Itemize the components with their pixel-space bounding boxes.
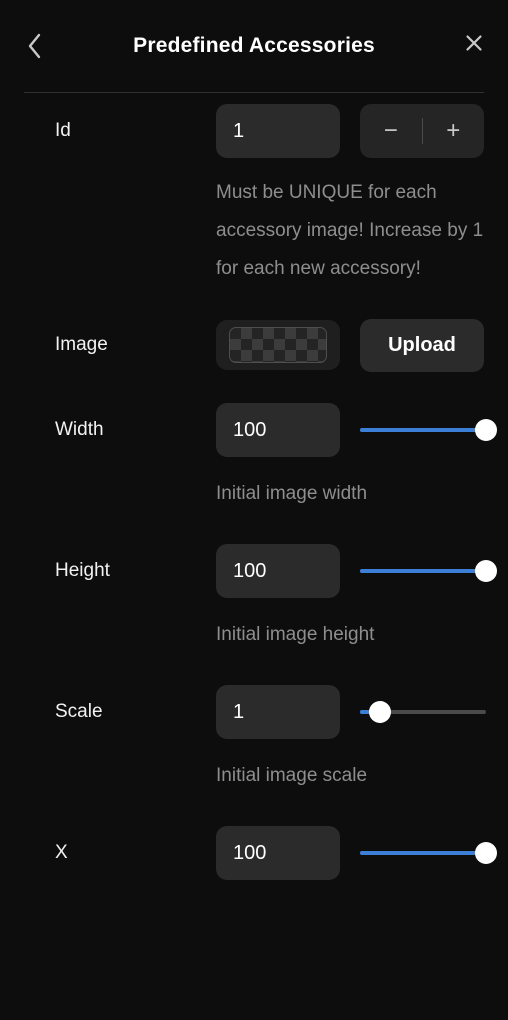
- slider-thumb[interactable]: [475, 842, 497, 864]
- row-image: Image Upload: [0, 315, 508, 375]
- row-label-id: Id: [55, 120, 71, 141]
- width-help-text: Initial image width: [216, 483, 368, 504]
- row-id: Id 1 − +: [0, 101, 508, 161]
- row-x: X 100: [0, 823, 508, 883]
- back-button[interactable]: [12, 24, 56, 68]
- row-label-image: Image: [55, 334, 108, 355]
- id-input[interactable]: 1: [216, 104, 340, 158]
- row-label-scale: Scale: [55, 701, 103, 722]
- image-preview-thumbnail[interactable]: [216, 320, 340, 370]
- width-slider[interactable]: [360, 417, 497, 443]
- scale-slider[interactable]: [360, 699, 486, 725]
- upload-button[interactable]: Upload: [360, 318, 484, 372]
- close-icon: [464, 33, 484, 58]
- row-label-width: Width: [55, 419, 104, 440]
- row-label-height: Height: [55, 560, 110, 581]
- row-scale: Scale 1: [0, 682, 508, 742]
- transparent-checkerboard-icon: [229, 327, 327, 363]
- close-button[interactable]: [452, 23, 496, 67]
- scale-input[interactable]: 1: [216, 685, 340, 739]
- slider-fill: [360, 428, 486, 432]
- panel-header: Predefined Accessories: [0, 0, 508, 92]
- slider-fill: [360, 569, 486, 573]
- row-control-height: 100: [216, 544, 508, 598]
- id-help-text: Must be UNIQUE for each accessory image!…: [216, 182, 484, 279]
- row-control-id: 1 − +: [216, 104, 508, 158]
- height-slider[interactable]: [360, 558, 497, 584]
- row-height: Height 100: [0, 541, 508, 601]
- row-label-x: X: [55, 842, 68, 863]
- slider-thumb[interactable]: [475, 419, 497, 441]
- height-input[interactable]: 100: [216, 544, 340, 598]
- width-input[interactable]: 100: [216, 403, 340, 457]
- row-control-image: Upload: [216, 318, 508, 372]
- scale-help-text: Initial image scale: [216, 765, 368, 786]
- x-input[interactable]: 100: [216, 826, 340, 880]
- height-help-text: Initial image height: [216, 624, 375, 645]
- id-increment-button[interactable]: +: [423, 104, 485, 158]
- slider-thumb[interactable]: [369, 701, 392, 723]
- settings-form: Id 1 − + Must be UNIQUE for each accesso…: [0, 93, 508, 1020]
- chevron-left-icon: [25, 32, 43, 60]
- row-control-width: 100: [216, 403, 508, 457]
- page-title: Predefined Accessories: [133, 34, 375, 57]
- predefined-accessories-panel: Predefined Accessories Id 1 − + Must be: [0, 0, 508, 1020]
- row-control-scale: 1: [216, 685, 508, 739]
- x-slider[interactable]: [360, 840, 497, 866]
- slider-fill: [360, 851, 486, 855]
- row-width: Width 100: [0, 400, 508, 460]
- id-decrement-button[interactable]: −: [360, 104, 422, 158]
- row-control-x: 100: [216, 826, 508, 880]
- id-stepper: − +: [360, 104, 484, 158]
- slider-thumb[interactable]: [475, 560, 497, 582]
